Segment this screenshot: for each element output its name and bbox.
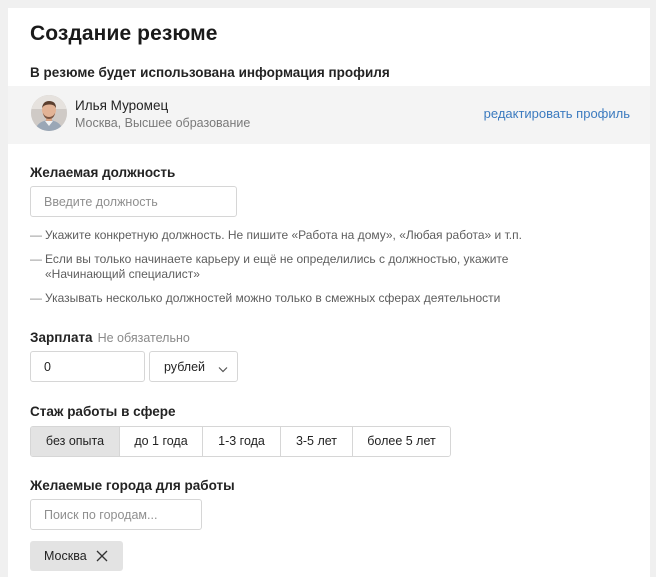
experience-label: Стаж работы в сфере [30, 404, 176, 419]
salary-label: Зарплата Не обязательно [30, 330, 190, 345]
experience-option-none[interactable]: без опыта [31, 427, 119, 456]
avatar-image [31, 95, 67, 131]
chevron-down-icon [218, 362, 228, 376]
cities-label: Желаемые города для работы [30, 478, 235, 493]
profile-summary: Илья Муромец Москва, Высшее образование … [8, 86, 650, 144]
city-search-input[interactable] [30, 499, 202, 530]
avatar [31, 95, 67, 131]
experience-option-3-5[interactable]: 3-5 лет [280, 427, 352, 456]
experience-option-1-3[interactable]: 1-3 года [202, 427, 280, 456]
resume-card: Создание резюме В резюме будет использов… [8, 8, 650, 577]
position-input[interactable] [30, 186, 237, 217]
profile-name: Илья Муромец [75, 98, 169, 113]
city-tag-label: Москва [44, 549, 87, 563]
position-tip: Если вы только начинаете карьеру и ещё н… [30, 252, 515, 282]
experience-selector: без опыта до 1 года 1-3 года 3-5 лет бол… [30, 426, 451, 457]
close-icon[interactable] [96, 550, 108, 562]
city-tag: Москва [30, 541, 123, 571]
salary-input[interactable] [30, 351, 145, 382]
experience-option-up-to-1[interactable]: до 1 года [119, 427, 202, 456]
profile-hint: В резюме будет использована информация п… [30, 65, 390, 80]
profile-details: Москва, Высшее образование [75, 116, 251, 130]
position-tips: Укажите конкретную должность. Не пишите … [30, 228, 620, 306]
salary-label-text: Зарплата [30, 330, 93, 345]
edit-profile-link[interactable]: редактировать профиль [484, 106, 630, 121]
optional-hint: Не обязательно [97, 331, 190, 345]
position-tip: Указывать несколько должностей можно тол… [30, 291, 620, 306]
currency-select[interactable]: рублей [149, 351, 238, 382]
position-tip: Укажите конкретную должность. Не пишите … [30, 228, 620, 243]
page-title: Создание резюме [30, 22, 218, 45]
experience-option-over-5[interactable]: более 5 лет [352, 427, 450, 456]
position-label: Желаемая должность [30, 165, 176, 180]
currency-value: рублей [164, 360, 206, 374]
